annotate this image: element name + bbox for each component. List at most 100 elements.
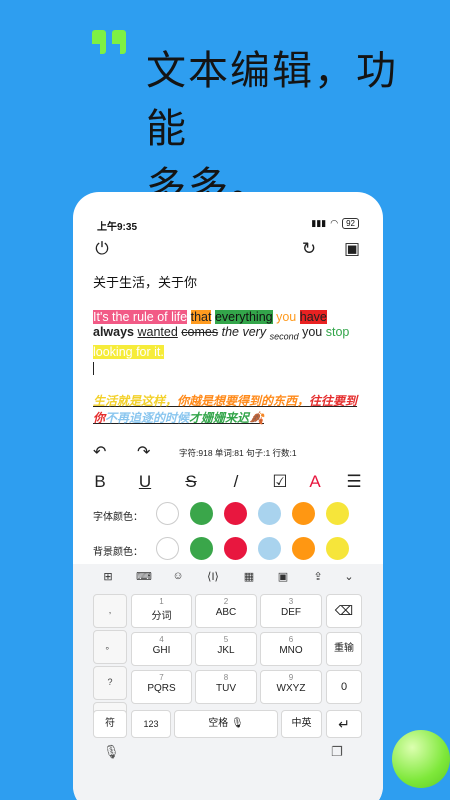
italic-button[interactable]: / [225, 472, 247, 492]
underline-button[interactable]: U [134, 472, 156, 492]
reset-key[interactable]: 重输 [326, 632, 362, 666]
clipboard-icon[interactable]: ❐ [331, 744, 343, 760]
key-label: PQRS [147, 683, 176, 694]
text-run: wanted [137, 325, 178, 339]
color-swatch[interactable] [326, 502, 349, 525]
redo-icon[interactable]: ↷ [137, 442, 150, 462]
color-swatch[interactable] [190, 537, 213, 560]
key-digit: 4 [159, 635, 164, 644]
signal-icon: ▮▮▮ [311, 218, 327, 228]
document-title[interactable]: 关于生活，关于你 [93, 272, 197, 291]
clipboard-icon[interactable]: ▦ [240, 570, 258, 583]
number-key[interactable]: 123 [131, 710, 171, 738]
color-swatch[interactable] [292, 537, 315, 560]
text-run: that [190, 310, 212, 324]
color-swatch[interactable] [190, 502, 213, 525]
text-run: 不再追逐的时候 [105, 410, 190, 425]
text-run: looking for it. [93, 344, 164, 359]
color-swatch[interactable] [224, 502, 247, 525]
cursor-icon[interactable]: ⟨I⟩ [204, 570, 222, 583]
key-2[interactable]: 2 ABC [195, 594, 257, 628]
symbol-key[interactable]: 符 [93, 710, 127, 738]
text-run: have [299, 310, 327, 324]
english-paragraph: It's the rule of life that everything yo… [93, 310, 365, 375]
status-time: 上午9:35 [97, 222, 138, 233]
editor-toolbar: ⏻ ↻ ▣ [73, 238, 383, 262]
save-icon[interactable]: ▣ [341, 238, 363, 260]
punct-key[interactable]: ? [93, 666, 127, 700]
key-label: ABC [215, 607, 237, 618]
key-1[interactable]: 1 分词 [131, 594, 192, 628]
key-4[interactable]: 4 GHI [131, 632, 192, 666]
text-color-button[interactable]: A [304, 472, 326, 492]
quote-mark-icon [92, 24, 132, 60]
headline-line-1: 文本编辑，功能 [146, 48, 398, 152]
color-swatch[interactable] [156, 502, 179, 525]
text-cursor [93, 361, 94, 375]
key-7[interactable]: 7 PQRS [131, 670, 192, 704]
emoji-icon[interactable]: ☺ [169, 570, 187, 582]
key-label: 分词 [151, 611, 172, 622]
text-run: you [276, 310, 297, 324]
key-digit: 9 [288, 673, 294, 682]
language-key[interactable]: 中英 [281, 710, 322, 738]
key-5[interactable]: 5 JKL [195, 632, 257, 666]
refresh-icon[interactable]: ↻ [298, 238, 320, 260]
text-run: 你越是想要得到的东西， [177, 393, 310, 408]
key-3[interactable]: 3 DEF [260, 594, 322, 628]
color-swatch[interactable] [258, 502, 281, 525]
text-run: second [269, 331, 299, 342]
grid-icon[interactable]: ⊞ [99, 570, 117, 583]
key-digit: 1 [159, 597, 164, 606]
punct-key[interactable]: , [93, 594, 127, 628]
key-8[interactable]: 8 TUV [195, 670, 257, 704]
microphone-icon[interactable]: 🎙 [103, 744, 120, 760]
background-color-label: 背景颜色： [93, 547, 143, 558]
key-9[interactable]: 9 WXYZ [260, 670, 322, 704]
editor-content[interactable]: It's the rule of life that everything yo… [93, 310, 365, 427]
power-icon[interactable]: ⏻ [91, 238, 113, 260]
key-label: JKL [217, 645, 235, 656]
color-swatch[interactable] [156, 537, 179, 560]
format-toolbar: B U S / ☑ A ☰ [73, 472, 383, 498]
keyboard-icon[interactable]: ⌨ [135, 570, 153, 583]
key-digit: 3 [288, 597, 294, 606]
bold-button[interactable]: B [89, 472, 111, 492]
key-digit: 8 [223, 673, 229, 682]
key-digit: 2 [223, 597, 229, 606]
text-run: It's the rule of life [93, 310, 188, 324]
key-0[interactable]: 0 [326, 670, 362, 704]
background-color-row: 背景颜色： [73, 537, 383, 563]
skin-icon[interactable]: ⇪ [309, 570, 327, 583]
align-button[interactable]: ☰ [343, 472, 365, 492]
decorative-ball [392, 730, 450, 788]
phone-screen: 上午9:35 ▮▮▮ ◠ 92 ⏻ ↻ ▣ 关于生活，关于你 It's the … [73, 192, 383, 800]
keyboard: ⊞ ⌨ ☺ ⟨I⟩ ▦ ▣ ⇪ ⌄ , 。 ? ! 1分词 2ABC 3DEF … [73, 564, 383, 800]
key-6[interactable]: 6 MNO [260, 632, 322, 666]
color-swatch[interactable] [292, 502, 315, 525]
color-swatch[interactable] [258, 537, 281, 560]
text-run: 才姗姗来迟 [189, 410, 250, 425]
text-run: everything [214, 310, 273, 324]
chevron-down-icon[interactable]: ⌄ [340, 570, 358, 583]
image-icon[interactable]: ▣ [274, 570, 292, 583]
color-swatch[interactable] [224, 537, 247, 560]
key-label: MNO [279, 645, 303, 656]
text-run: always [93, 325, 135, 339]
font-color-row: 字体颜色： [73, 502, 383, 528]
key-label: WXYZ [276, 683, 306, 694]
space-key[interactable]: 空格 🎙 [174, 710, 278, 738]
status-bar: 上午9:35 ▮▮▮ ◠ 92 [73, 192, 383, 233]
punct-key[interactable]: 。 [93, 630, 127, 664]
color-swatch[interactable] [326, 537, 349, 560]
backspace-key[interactable]: ⌫ [326, 594, 362, 628]
checkbox-button[interactable]: ☑ [269, 472, 291, 492]
text-run: comes [181, 325, 219, 339]
strikethrough-button[interactable]: S [180, 472, 202, 492]
text-run: stop [325, 325, 350, 339]
undo-icon[interactable]: ↶ [93, 442, 106, 462]
status-icons: ▮▮▮ ◠ 92 [311, 218, 359, 229]
key-label: TUV [216, 683, 236, 694]
battery-icon: 92 [342, 218, 359, 229]
enter-key[interactable]: ↵ [326, 710, 362, 738]
